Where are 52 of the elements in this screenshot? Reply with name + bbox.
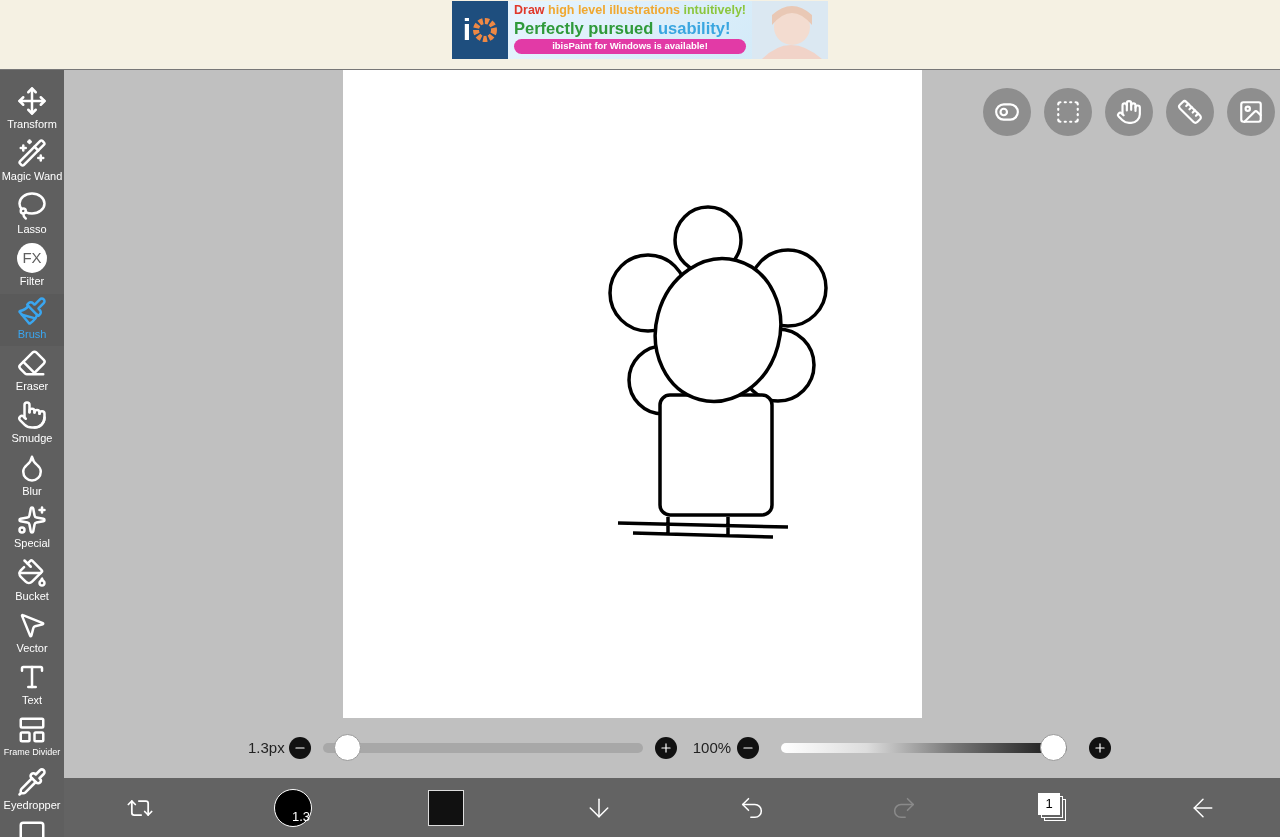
tool-button[interactable]: Eraser — [0, 345, 64, 399]
app-logo: i — [452, 1, 508, 59]
canvas-tool-button[interactable] — [1044, 88, 1092, 136]
tool-button[interactable]: Smudge — [0, 398, 64, 451]
ad-cta-button[interactable]: ibisPaint for Windows is available! — [514, 39, 747, 54]
ad-headline: Draw high level illustrations intuitively! — [514, 3, 747, 18]
brush-size-reading: 1.3px — [248, 737, 285, 758]
tool-button[interactable]: Magic Wand — [0, 136, 64, 189]
decrease-button[interactable] — [288, 737, 311, 759]
tool-button[interactable]: Bucket — [0, 555, 64, 608]
tool-button[interactable]: Eyedropper — [0, 765, 64, 818]
eraser-icon — [17, 347, 47, 378]
ad-tagline: Perfectly pursued usability! — [514, 18, 732, 38]
sparkle-wand-icon — [17, 505, 47, 536]
opacity-reading: 100% — [692, 737, 732, 758]
increase-button[interactable] — [654, 737, 677, 759]
canvas-tool-button[interactable] — [1227, 88, 1275, 136]
tool-button[interactable]: Blur — [0, 450, 64, 504]
hand-icon — [1116, 99, 1142, 125]
finger-icon — [17, 400, 47, 431]
color-swatch[interactable] — [428, 790, 464, 826]
tool-button[interactable]: Vector — [0, 607, 64, 661]
image-icon — [1238, 99, 1264, 125]
eyedropper-icon — [17, 767, 47, 798]
increase-button[interactable] — [1089, 737, 1112, 759]
tool-button[interactable]: FX Filter — [0, 241, 64, 294]
brush-icon — [17, 295, 47, 326]
slider[interactable] — [322, 734, 643, 762]
slider[interactable] — [781, 734, 1068, 762]
plus-icon — [658, 741, 673, 755]
canvas-tool-button[interactable] — [1105, 88, 1153, 136]
decrease-button[interactable] — [737, 737, 760, 759]
slider-thumb[interactable] — [334, 734, 362, 761]
tool-button[interactable]: Text — [0, 660, 64, 713]
tool-button[interactable]: Transform — [0, 84, 64, 137]
magic-wand-icon — [17, 138, 47, 169]
plus-icon — [1093, 741, 1108, 755]
lasso-icon — [17, 190, 47, 221]
color-wheel-icon — [473, 18, 498, 42]
brush-size-button[interactable]: 1.3 — [274, 789, 312, 827]
canvas-tool-button[interactable] — [1166, 88, 1214, 136]
canvas-tool-button[interactable] — [983, 88, 1031, 136]
tool-button[interactable]: Special — [0, 503, 64, 556]
ad-banner[interactable]: i Draw high level illustrations intuitively! Perfectly pursued usability! ibisPaint for Windows is available! — [452, 1, 828, 59]
slider-thumb[interactable] — [1040, 734, 1068, 761]
tool-button[interactable]: Lasso — [0, 188, 64, 242]
selection-icon — [1055, 99, 1081, 125]
move-icon — [17, 86, 47, 116]
tool-button[interactable]: Frame Divider — [0, 712, 64, 766]
fx-icon: FX — [17, 243, 47, 274]
ruler-icon — [1177, 99, 1203, 125]
bucket-icon — [17, 557, 47, 588]
